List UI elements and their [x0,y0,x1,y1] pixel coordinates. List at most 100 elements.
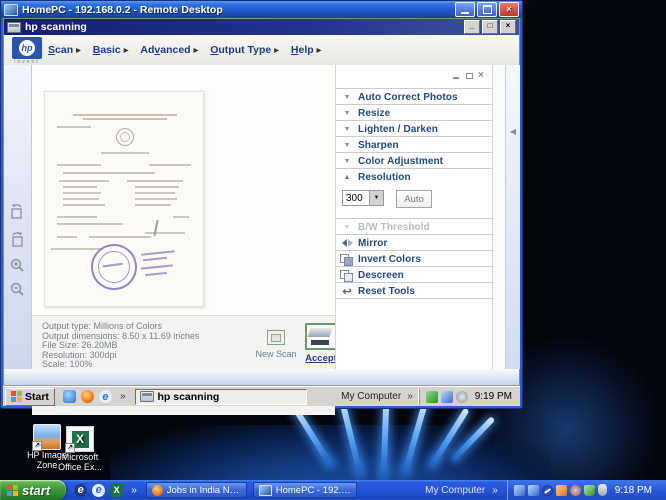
new-scan-button[interactable]: New Scan [250,330,302,359]
windows-logo-icon [11,391,22,402]
alert-tray-icon[interactable] [555,484,567,496]
document-emblem [116,128,134,146]
tool-lighten-darken[interactable]: ▼ Lighten / Darken [336,120,492,137]
tray-icon[interactable] [569,484,581,496]
network-tray-icon[interactable] [527,484,539,496]
tool-resize[interactable]: ▼ Resize [336,104,492,121]
resolution-select[interactable]: 300 ▼ [342,190,384,206]
host-quick-launch: e e X » [74,483,140,497]
tool-sharpen[interactable]: ▼ Sharpen [336,136,492,153]
menu-arrow-icon: ▶ [123,48,129,54]
chevron-down-icon: ▼ [343,141,351,149]
windows-logo-icon [7,484,18,496]
menu-advanced[interactable]: Advanced ▶ [140,44,198,56]
excel-icon[interactable]: X [110,483,124,497]
host-system-tray: 9:18 PM [506,480,666,500]
auto-button[interactable]: Auto [396,190,432,208]
network-tray-icon[interactable] [513,484,525,496]
window-title: HomePC - 192.168.0.2 - Remote Desktop [22,3,223,16]
menu-basic[interactable]: Basic ▶ [93,44,129,56]
minimize-button[interactable] [455,2,475,17]
tools-panel: × ▼ Auto Correct Photos ▼ Resize ▼ Light… [335,65,493,369]
menu-arrow-icon: ▶ [316,48,322,54]
host-start-button[interactable]: start [0,480,67,500]
wireless-tray-icon[interactable] [541,484,553,496]
network-tray-icon[interactable] [440,390,453,403]
chevron-icon[interactable]: » [131,485,137,496]
menu-arrow-icon: ▶ [193,48,199,54]
panel-minimize-icon[interactable] [452,72,460,80]
chevron-icon[interactable]: » [120,391,126,402]
menu-output-type[interactable]: Output Type ▶ [210,44,279,56]
panel-maximize-icon[interactable] [465,72,473,80]
remote-deskband: My Computer » [341,391,416,402]
tool-resolution[interactable]: ▲ Resolution [336,168,492,185]
my-computer-band[interactable]: My Computer [425,485,485,496]
reset-icon: ↩ [342,285,352,298]
shortcut-arrow-icon: ↗ [32,441,42,451]
menu-bar: hp invent Scan ▶ Basic ▶ Advanced ▶ Outp… [4,35,519,66]
mirror-icon [336,237,358,249]
taskbar-task-jobs-naukri[interactable]: Jobs in India Naukri.c... [145,482,247,498]
restore-button[interactable] [477,2,497,17]
close-button[interactable]: × [499,2,519,17]
panel-gap [493,65,505,369]
accept-button[interactable]: Accept [304,323,338,364]
menu-scan[interactable]: Scan ▶ [48,44,81,56]
menu-help[interactable]: Help ▶ [291,44,321,56]
scanned-document[interactable] [44,91,204,307]
tool-descreen[interactable]: Descreen [336,266,492,283]
restore-button[interactable]: □ [482,20,498,34]
mouse-tray-icon[interactable] [597,484,607,496]
scanner-icon [139,391,154,402]
window-bottom-band [4,369,519,385]
antivirus-tray-icon[interactable] [583,484,595,496]
rotate-left-icon[interactable] [8,203,26,221]
panel-close-icon[interactable]: × [478,71,486,81]
desktop-icon-microsoft-office-excel[interactable]: X ↗ Microsoft Office Ex... [52,426,108,472]
minimize-button[interactable]: _ [464,20,480,34]
panel-end-divider [336,298,492,315]
descreen-icon [336,269,358,282]
internet-explorer-icon[interactable]: e [92,483,106,497]
hp-scanning-titlebar[interactable]: hp scanning _ □ × [4,19,519,35]
my-computer-band[interactable]: My Computer [341,391,401,402]
taskbar-task-hp-scanning[interactable]: hp scanning [134,388,307,405]
update-tray-icon[interactable] [425,390,438,403]
collapse-left-icon: ◀ [509,127,517,136]
chevron-down-icon[interactable]: ▼ [369,191,383,205]
remote-clock: 9:19 PM [474,391,512,402]
zoom-out-icon[interactable] [8,281,26,299]
rotate-right-icon[interactable] [8,231,26,249]
tool-invert-colors[interactable]: Invert Colors [336,250,492,267]
excel-icon: X ↗ [65,426,94,453]
remote-desktop-window: HomePC - 192.168.0.2 - Remote Desktop × … [0,0,523,415]
remote-desktop-icon [4,3,18,16]
remote-desktop-titlebar[interactable]: HomePC - 192.168.0.2 - Remote Desktop × [1,1,522,18]
remote-desktop-icon [258,484,272,496]
panel-collapse-strip[interactable]: ◀ [505,65,520,369]
tool-reset-tools[interactable]: ↩ Reset Tools [336,282,492,299]
tool-color-adjustment[interactable]: ▼ Color Adjustment [336,152,492,169]
tool-bw-threshold: ▼ B/W Threshold [336,218,492,235]
chevron-down-icon: ▼ [343,93,351,101]
tool-mirror[interactable]: Mirror [336,234,492,251]
internet-explorer-icon[interactable]: e [98,390,112,403]
panel-window-controls: × [452,71,486,81]
internet-explorer-icon[interactable]: e [74,483,88,497]
chevron-down-icon: ▼ [343,125,351,133]
chevron-down-icon: ▼ [343,109,351,117]
zoom-in-icon[interactable] [8,257,26,275]
remote-system-tray: 9:19 PM [418,388,518,405]
firefox-icon[interactable] [80,390,94,403]
remote-start-button[interactable]: Start [5,387,55,406]
messenger-icon[interactable] [62,390,76,403]
tool-auto-correct-photos[interactable]: ▼ Auto Correct Photos [336,88,492,105]
chevron-icon[interactable]: » [492,485,498,496]
chevron-down-icon: ▼ [343,157,351,165]
menu-arrow-icon: ▶ [274,48,279,54]
tray-icon[interactable] [455,390,468,403]
close-button[interactable]: × [500,20,516,34]
taskbar-task-homepc-rdp[interactable]: HomePC - 192.168.0.... [252,482,357,498]
chevron-icon[interactable]: » [407,391,413,402]
